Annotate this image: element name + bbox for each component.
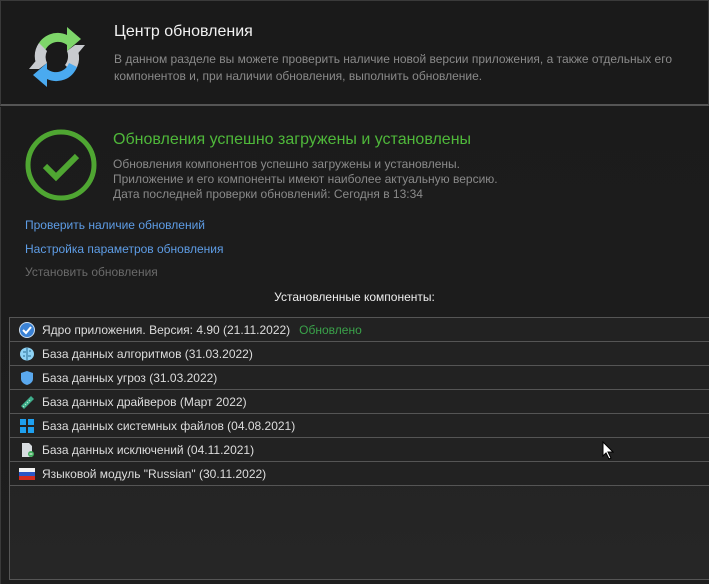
refresh-arrows-icon bbox=[29, 27, 85, 87]
update-center-header: Центр обновления В данном разделе вы мож… bbox=[0, 0, 709, 106]
component-label: База данных системных файлов (04.08.2021… bbox=[42, 418, 296, 433]
install-updates-link: Установить обновления bbox=[25, 265, 158, 279]
list-item[interactable]: Языковой модуль "Russian" (30.11.2022) bbox=[10, 462, 709, 486]
status-details: Обновления компонентов успешно загружены… bbox=[113, 157, 498, 202]
status-line: Приложение и его компоненты имеют наибол… bbox=[113, 172, 498, 186]
component-label: Языковой модуль "Russian" (30.11.2022) bbox=[42, 466, 267, 481]
component-label: База данных драйверов (Март 2022) bbox=[42, 394, 247, 409]
page-title: Центр обновления bbox=[114, 23, 253, 40]
update-settings-link[interactable]: Настройка параметров обновления bbox=[25, 242, 223, 256]
page-description: В данном разделе вы можете проверить нал… bbox=[114, 52, 672, 83]
list-item[interactable]: База данных алгоритмов (31.03.2022) bbox=[10, 342, 709, 366]
memory-chip-icon bbox=[19, 394, 35, 410]
check-updates-link[interactable]: Проверить наличие обновлений bbox=[25, 218, 205, 232]
status-line: Обновления компонентов успешно загружены… bbox=[113, 157, 461, 171]
component-label: База данных исключений (04.11.2021) bbox=[42, 442, 255, 457]
status-title: Обновления успешно загружены и установле… bbox=[113, 131, 472, 148]
component-label: База данных алгоритмов (31.03.2022) bbox=[42, 346, 253, 361]
document-icon bbox=[19, 442, 35, 458]
check-badge-icon bbox=[19, 321, 35, 338]
russian-flag-icon bbox=[19, 466, 35, 482]
list-item[interactable]: База данных системных файлов (04.08.2021… bbox=[10, 414, 709, 438]
component-label: Ядро приложения. Версия: 4.90 (21.11.202… bbox=[42, 322, 291, 337]
updated-badge: Обновлено bbox=[299, 322, 362, 337]
last-check-date: Дата последней проверки обновлений: Сего… bbox=[113, 187, 423, 201]
shield-icon bbox=[19, 370, 35, 386]
components-title: Установленные компоненты: bbox=[274, 290, 435, 304]
windows-icon bbox=[19, 418, 35, 434]
list-item[interactable]: База данных драйверов (Март 2022) bbox=[10, 390, 709, 414]
list-item[interactable]: Ядро приложения. Версия: 4.90 (21.11.202… bbox=[10, 318, 709, 342]
brain-icon bbox=[19, 346, 35, 362]
component-label: База данных угроз (31.03.2022) bbox=[42, 370, 218, 385]
mouse-cursor-icon bbox=[602, 441, 614, 460]
success-check-icon bbox=[25, 129, 97, 201]
list-item[interactable]: База данных угроз (31.03.2022) bbox=[10, 366, 709, 390]
